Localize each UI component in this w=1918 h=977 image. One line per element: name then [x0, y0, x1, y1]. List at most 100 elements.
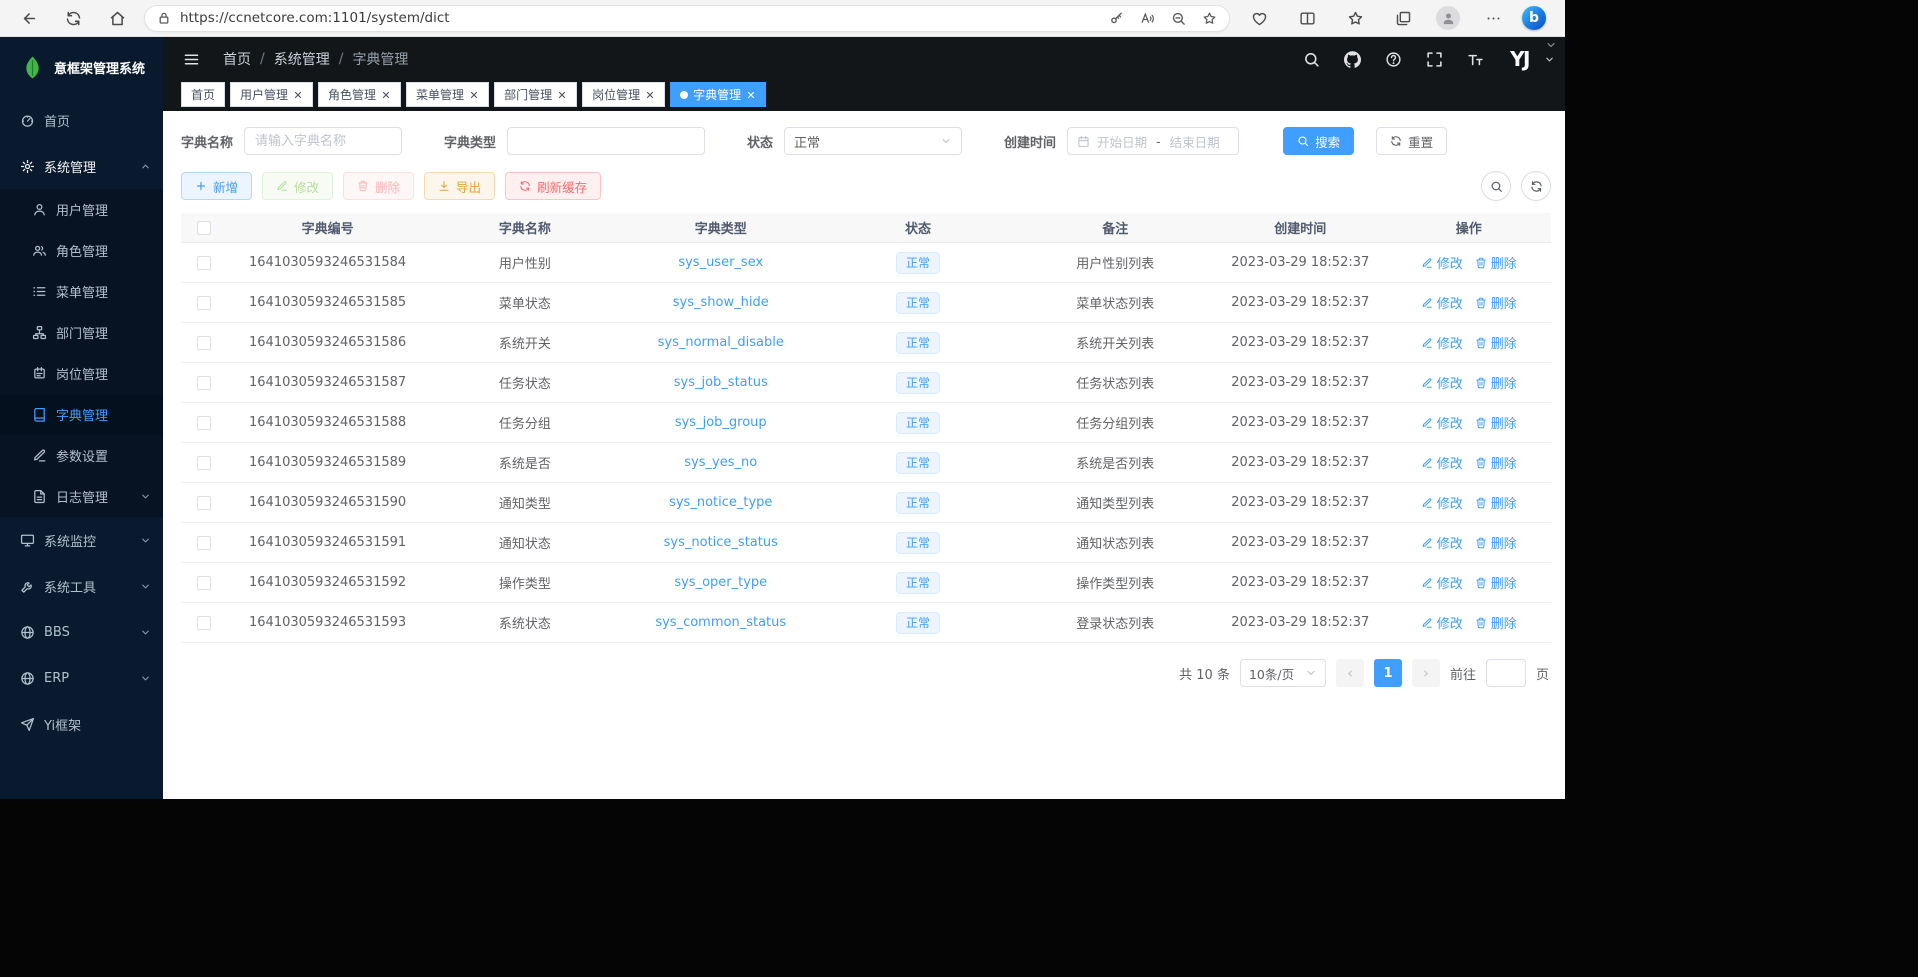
row-edit-link[interactable]: 修改	[1421, 533, 1463, 552]
row-checkbox[interactable]	[197, 416, 211, 430]
sidebar-item[interactable]: 字典管理	[0, 394, 163, 435]
close-icon[interactable]	[469, 90, 479, 100]
row-checkbox[interactable]	[197, 336, 211, 350]
export-button[interactable]: 导出	[424, 172, 495, 200]
page-number-button[interactable]: 1	[1374, 659, 1402, 687]
sidebar-item[interactable]: 系统监控	[0, 517, 163, 563]
goto-page-input[interactable]	[1486, 659, 1526, 687]
fullscreen-icon[interactable]	[1420, 45, 1448, 73]
more-menu-icon[interactable]	[1470, 4, 1516, 32]
row-checkbox[interactable]	[197, 256, 211, 270]
table-row[interactable]: 1641030593246531587 任务状态 sys_job_status …	[181, 363, 1551, 403]
add-button[interactable]: 新增	[181, 172, 252, 200]
sidebar-item[interactable]: Yi框架	[0, 701, 163, 747]
zoom-out-icon[interactable]	[1171, 11, 1186, 26]
sidebar-item[interactable]: 参数设置	[0, 435, 163, 476]
row-checkbox[interactable]	[197, 456, 211, 470]
close-icon[interactable]	[381, 90, 391, 100]
row-edit-link[interactable]: 修改	[1421, 573, 1463, 592]
row-edit-link[interactable]: 修改	[1421, 613, 1463, 632]
table-row[interactable]: 1641030593246531591 通知状态 sys_notice_stat…	[181, 523, 1551, 563]
dict-type-link[interactable]: sys_common_status	[655, 615, 786, 630]
profile-avatar[interactable]	[1428, 4, 1468, 32]
dict-type-link[interactable]: sys_show_hide	[673, 295, 769, 310]
table-row[interactable]: 1641030593246531586 系统开关 sys_normal_disa…	[181, 323, 1551, 363]
refresh-cache-button[interactable]: 刷新缓存	[505, 172, 601, 200]
dict-type-link[interactable]: sys_job_group	[675, 415, 767, 430]
breadcrumb-system[interactable]: 系统管理	[274, 49, 330, 69]
row-delete-link[interactable]: 删除	[1475, 253, 1517, 272]
page-size-select[interactable]: 10条/页	[1240, 659, 1326, 687]
dict-type-link[interactable]: sys_user_sex	[678, 255, 763, 270]
refresh-table-button[interactable]	[1521, 171, 1551, 201]
dict-type-link[interactable]: sys_oper_type	[674, 575, 767, 590]
close-icon[interactable]	[557, 90, 567, 100]
reset-button[interactable]: 重置	[1376, 127, 1447, 155]
row-edit-link[interactable]: 修改	[1421, 413, 1463, 432]
breadcrumb-home[interactable]: 首页	[223, 49, 251, 69]
table-row[interactable]: 1641030593246531590 通知类型 sys_notice_type…	[181, 483, 1551, 523]
close-icon[interactable]	[746, 90, 756, 100]
row-delete-link[interactable]: 删除	[1475, 413, 1517, 432]
dict-type-input[interactable]	[507, 127, 705, 155]
table-row[interactable]: 1641030593246531585 菜单状态 sys_show_hide 正…	[181, 283, 1551, 323]
sidebar-item[interactable]: 系统管理	[0, 143, 163, 189]
next-page-button[interactable]	[1412, 659, 1440, 687]
row-delete-link[interactable]: 删除	[1475, 373, 1517, 392]
close-icon[interactable]	[293, 90, 303, 100]
row-edit-link[interactable]: 修改	[1421, 293, 1463, 312]
dict-name-input[interactable]	[244, 127, 402, 155]
tab[interactable]: 首页	[181, 82, 225, 107]
close-icon[interactable]	[645, 90, 655, 100]
row-delete-link[interactable]: 删除	[1475, 453, 1517, 472]
row-checkbox[interactable]	[197, 376, 211, 390]
sidebar-item[interactable]: 部门管理	[0, 312, 163, 353]
edit-button[interactable]: 修改	[262, 172, 333, 200]
dict-type-link[interactable]: sys_normal_disable	[658, 335, 784, 350]
row-delete-link[interactable]: 删除	[1475, 293, 1517, 312]
tab[interactable]: 菜单管理	[406, 82, 489, 107]
split-screen-icon[interactable]	[1284, 4, 1330, 32]
tab[interactable]: 角色管理	[318, 82, 401, 107]
row-edit-link[interactable]: 修改	[1421, 333, 1463, 352]
row-checkbox[interactable]	[197, 296, 211, 310]
prev-page-button[interactable]	[1336, 659, 1364, 687]
status-select[interactable]: 正常	[784, 127, 962, 155]
bing-copilot-icon[interactable]	[1522, 6, 1546, 30]
sidebar-item[interactable]: 用户管理	[0, 189, 163, 230]
sidebar-item[interactable]: 首页	[0, 97, 163, 143]
table-row[interactable]: 1641030593246531589 系统是否 sys_yes_no 正常 系…	[181, 443, 1551, 483]
dict-type-link[interactable]: sys_yes_no	[684, 455, 757, 470]
table-row[interactable]: 1641030593246531592 操作类型 sys_oper_type 正…	[181, 563, 1551, 603]
sidebar-item[interactable]: 岗位管理	[0, 353, 163, 394]
sidebar-item[interactable]: ERP	[0, 655, 163, 701]
table-row[interactable]: 1641030593246531588 任务分组 sys_job_group 正…	[181, 403, 1551, 443]
tab[interactable]: 用户管理	[230, 82, 313, 107]
read-aloud-icon[interactable]	[1140, 11, 1155, 26]
user-dropdown-chevron-icon[interactable]	[1544, 54, 1555, 65]
row-checkbox[interactable]	[197, 576, 211, 590]
header-search-icon[interactable]	[1297, 45, 1325, 73]
browser-essentials-icon[interactable]	[1236, 4, 1282, 32]
row-edit-link[interactable]: 修改	[1421, 253, 1463, 272]
row-delete-link[interactable]: 删除	[1475, 573, 1517, 592]
font-size-icon[interactable]	[1461, 45, 1489, 73]
github-icon[interactable]	[1338, 45, 1366, 73]
user-logo[interactable]: YJ	[1510, 49, 1529, 69]
sidebar-item[interactable]: 系统工具	[0, 563, 163, 609]
table-row[interactable]: 1641030593246531593 系统状态 sys_common_stat…	[181, 603, 1551, 643]
add-favorite-star-icon[interactable]	[1202, 11, 1217, 26]
sidebar-item[interactable]: BBS	[0, 609, 163, 655]
row-delete-link[interactable]: 删除	[1475, 613, 1517, 632]
hamburger-icon[interactable]	[177, 45, 205, 73]
help-icon[interactable]	[1379, 45, 1407, 73]
toggle-search-button[interactable]	[1481, 171, 1511, 201]
url-input[interactable]	[180, 10, 1093, 26]
favorites-icon[interactable]	[1332, 4, 1378, 32]
row-delete-link[interactable]: 删除	[1475, 493, 1517, 512]
collapse-chevron-icon[interactable]	[1545, 39, 1557, 51]
date-range-picker[interactable]: 开始日期 - 结束日期	[1067, 127, 1239, 155]
sidebar-item[interactable]: 角色管理	[0, 230, 163, 271]
row-delete-link[interactable]: 删除	[1475, 333, 1517, 352]
home-button[interactable]	[96, 4, 138, 32]
